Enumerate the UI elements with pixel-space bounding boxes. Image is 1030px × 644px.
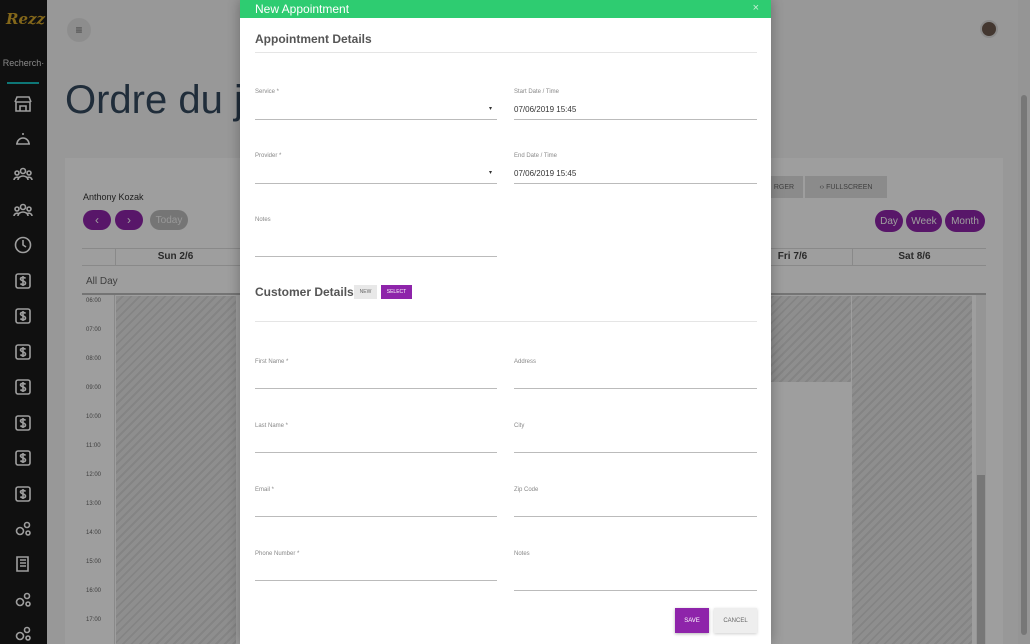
save-button[interactable]: SAVE: [675, 608, 709, 633]
cancel-button[interactable]: CANCEL: [714, 608, 757, 633]
start-date-underline: [514, 119, 757, 120]
close-icon[interactable]: ×: [753, 2, 759, 14]
modal-header: New Appointment ×: [240, 0, 771, 18]
end-date-input[interactable]: 07/06/2019 15:45: [514, 169, 576, 178]
chevron-down-icon: ▾: [489, 170, 493, 176]
address-input[interactable]: [514, 388, 757, 389]
appointment-details-heading: Appointment Details: [255, 32, 372, 46]
last-name-input[interactable]: [255, 452, 497, 453]
end-date-underline: [514, 183, 757, 184]
zip-code-input[interactable]: [514, 516, 757, 517]
email-input[interactable]: [255, 516, 497, 517]
section-divider: [255, 321, 757, 322]
city-input[interactable]: [514, 452, 757, 453]
select-customer-button[interactable]: SELECT: [381, 285, 412, 299]
zip-code-label: Zip Code: [514, 487, 539, 493]
phone-label: Phone Number *: [255, 551, 300, 557]
end-date-label: End Date / Time: [514, 153, 558, 159]
customer-notes-textarea[interactable]: [514, 590, 757, 591]
city-label: City: [514, 423, 525, 429]
notes-textarea[interactable]: [255, 256, 497, 257]
modal-title: New Appointment: [255, 2, 350, 16]
notes-label: Notes: [255, 217, 271, 223]
first-name-label: First Name *: [255, 359, 289, 365]
customer-details-heading: Customer Details: [255, 285, 354, 299]
new-customer-button[interactable]: NEW: [354, 285, 377, 299]
provider-label: Provider *: [255, 153, 282, 159]
last-name-label: Last Name *: [255, 423, 289, 429]
section-divider: [255, 52, 757, 53]
email-label: Email *: [255, 487, 275, 493]
first-name-input[interactable]: [255, 388, 497, 389]
new-appointment-modal: New Appointment × Appointment Details Se…: [240, 0, 771, 644]
phone-input[interactable]: [255, 580, 497, 581]
service-label: Service *: [255, 89, 280, 95]
provider-select[interactable]: [255, 183, 497, 184]
start-date-label: Start Date / Time: [514, 89, 560, 95]
service-select[interactable]: [255, 119, 497, 120]
chevron-down-icon: ▾: [489, 106, 493, 112]
address-label: Address: [514, 359, 537, 365]
start-date-input[interactable]: 07/06/2019 15:45: [514, 105, 576, 114]
customer-notes-label: Notes: [514, 551, 530, 557]
